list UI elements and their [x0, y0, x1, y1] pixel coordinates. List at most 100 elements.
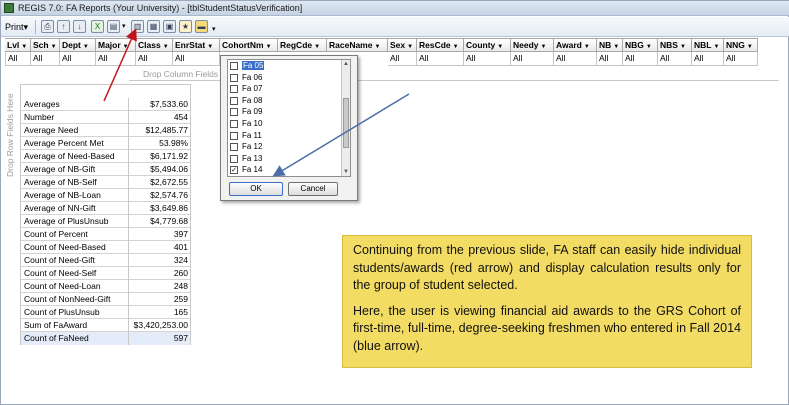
- filter-value-rescde[interactable]: All: [417, 52, 464, 66]
- table-row[interactable]: Average of NB-Self $2,672.55: [20, 176, 191, 189]
- column-header-dept[interactable]: Dept ▼: [60, 38, 96, 52]
- cohort-option[interactable]: Fa 12: [228, 141, 350, 153]
- checkbox[interactable]: [230, 154, 238, 163]
- cohort-option[interactable]: Fa 13: [228, 153, 350, 165]
- filter-value-sch[interactable]: All: [31, 52, 60, 66]
- table-row[interactable]: Count of Percent 397: [20, 228, 191, 241]
- filter-value-award[interactable]: All: [554, 52, 597, 66]
- table-row[interactable]: Average of NN-Gift $3,649.86: [20, 202, 191, 215]
- checkbox[interactable]: [230, 131, 238, 140]
- column-header-rescde[interactable]: ResCde ▼: [417, 38, 464, 52]
- refresh-icon[interactable]: ★: [179, 20, 192, 33]
- filter-value-lvl[interactable]: All: [5, 52, 31, 66]
- scroll-down-icon[interactable]: ▼: [343, 169, 349, 175]
- filter-value-dept[interactable]: All: [60, 52, 96, 66]
- row-value: $12,485.77: [129, 124, 191, 137]
- table-row[interactable]: Average of NB-Gift $5,494.06: [20, 163, 191, 176]
- filter-value-nng[interactable]: All: [724, 52, 758, 66]
- cohort-option[interactable]: ✓ Fa 14: [228, 164, 350, 176]
- filter-value-major[interactable]: All: [96, 52, 136, 66]
- column-header-nbg[interactable]: NBG ▼: [623, 38, 658, 52]
- filter-value-sex[interactable]: All: [388, 52, 417, 66]
- checkbox[interactable]: [230, 96, 238, 105]
- table-row[interactable]: Average of NB-Loan $2,574.76: [20, 189, 191, 202]
- export-icon[interactable]: ▤: [107, 20, 120, 33]
- table-row[interactable]: Averages $7,533.60: [20, 98, 191, 111]
- checkbox[interactable]: [230, 62, 238, 70]
- filter-value-enrstat[interactable]: All: [173, 52, 220, 66]
- column-header-lvl[interactable]: Lvl ▼: [5, 38, 31, 52]
- print-button[interactable]: Print▾: [5, 20, 28, 34]
- column-header-class[interactable]: Class ▼: [136, 38, 173, 52]
- scrollbar-thumb[interactable]: [343, 98, 349, 148]
- cohort-option[interactable]: Fa 08: [228, 95, 350, 107]
- folder-icon[interactable]: ▬: [195, 20, 208, 33]
- drop-row-fields-zone[interactable]: Drop Row Fields Here: [4, 69, 19, 189]
- table-row[interactable]: Count of PlusUnsub 165: [20, 306, 191, 319]
- cancel-button[interactable]: Cancel: [288, 182, 338, 196]
- table-row-selected[interactable]: Count of FaNeed 597: [20, 332, 191, 345]
- ok-button[interactable]: OK: [229, 182, 283, 196]
- cohort-option[interactable]: Fa 05: [228, 60, 350, 72]
- filter-value-nbs[interactable]: All: [658, 52, 692, 66]
- column-header-county[interactable]: County ▼: [464, 38, 511, 52]
- toolbar-overflow-icon[interactable]: ▾: [212, 23, 216, 37]
- table-row[interactable]: Count of Need-Based 401: [20, 241, 191, 254]
- column-header-nb[interactable]: NB ▼: [597, 38, 623, 52]
- cohort-option-label: Fa 13: [242, 153, 263, 163]
- row-label: Average of NB-Gift: [20, 163, 129, 176]
- popup-scrollbar[interactable]: ▲ ▼: [341, 60, 350, 176]
- filter-value-class[interactable]: All: [136, 52, 173, 66]
- column-header-regcde[interactable]: RegCde ▼: [278, 38, 327, 52]
- table-row[interactable]: Count of Need-Gift 324: [20, 254, 191, 267]
- cohort-option[interactable]: Fa 07: [228, 83, 350, 95]
- table-row[interactable]: Average of PlusUnsub $4,779.68: [20, 215, 191, 228]
- table-row[interactable]: Average Need $12,485.77: [20, 124, 191, 137]
- column-header-enrstat[interactable]: EnrStat ▼: [173, 38, 220, 52]
- checkbox[interactable]: [230, 73, 238, 82]
- cohort-option[interactable]: Fa 10: [228, 118, 350, 130]
- filter-value-nbl[interactable]: All: [692, 52, 724, 66]
- column-header-sex[interactable]: Sex ▼: [388, 38, 417, 52]
- column-header-cohortnm[interactable]: CohortNm ▼: [220, 38, 278, 52]
- column-header-nbl[interactable]: NBL ▼: [692, 38, 724, 52]
- cohort-option[interactable]: Fa 11: [228, 130, 350, 142]
- cohort-option[interactable]: Fa 06: [228, 72, 350, 84]
- table-row[interactable]: Count of Need-Self 260: [20, 267, 191, 280]
- table-row[interactable]: Count of Need-Loan 248: [20, 280, 191, 293]
- filter-value-county[interactable]: All: [464, 52, 511, 66]
- column-header-nbs[interactable]: NBS ▼: [658, 38, 692, 52]
- filter-value-nb[interactable]: All: [597, 52, 623, 66]
- cohort-option-label: Fa 10: [242, 118, 263, 128]
- checkbox-checked[interactable]: ✓: [230, 166, 238, 175]
- layout-icon[interactable]: ▣: [163, 20, 176, 33]
- table-row[interactable]: Count of NonNeed-Gift 259: [20, 293, 191, 306]
- checkbox[interactable]: [230, 119, 238, 128]
- table-row[interactable]: Average of Need-Based $6,171.92: [20, 150, 191, 163]
- checkbox[interactable]: [230, 108, 238, 117]
- sort-ascending-icon[interactable]: ↑: [57, 20, 70, 33]
- scroll-up-icon[interactable]: ▲: [343, 61, 349, 67]
- excel-icon[interactable]: X: [91, 20, 104, 33]
- table-row[interactable]: Sum of FaAward $3,420,253.00: [20, 319, 191, 332]
- table-row[interactable]: Number 454: [20, 111, 191, 124]
- column-header-award[interactable]: Award ▼: [554, 38, 597, 52]
- filter-icon[interactable]: ▥: [131, 20, 144, 33]
- filter-value-nbg[interactable]: All: [623, 52, 658, 66]
- table-row[interactable]: Average Percent Met 53.98%: [20, 137, 191, 150]
- column-header-needy[interactable]: Needy ▼: [511, 38, 554, 52]
- checkbox[interactable]: [230, 143, 238, 152]
- column-header-major[interactable]: Major ▼: [96, 38, 136, 52]
- cohort-checkbox-list[interactable]: Fa 05 Fa 06 Fa 07 Fa 08 Fa 09 Fa 10 Fa 1…: [227, 59, 351, 177]
- sort-descending-icon[interactable]: ↓: [73, 20, 86, 33]
- checkbox[interactable]: [230, 85, 238, 94]
- cohort-option[interactable]: Fa 09: [228, 106, 350, 118]
- export-dropdown-icon[interactable]: ▾: [122, 20, 126, 34]
- column-header-nng[interactable]: NNG ▼: [724, 38, 758, 52]
- preview-icon[interactable]: ⎙: [41, 20, 54, 33]
- grid-icon[interactable]: ▦: [147, 20, 160, 33]
- column-header-racename[interactable]: RaceName ▼: [327, 38, 388, 52]
- dropdown-arrow-icon: ▼: [314, 44, 321, 50]
- filter-value-needy[interactable]: All: [511, 52, 554, 66]
- column-header-sch[interactable]: Sch ▼: [31, 38, 60, 52]
